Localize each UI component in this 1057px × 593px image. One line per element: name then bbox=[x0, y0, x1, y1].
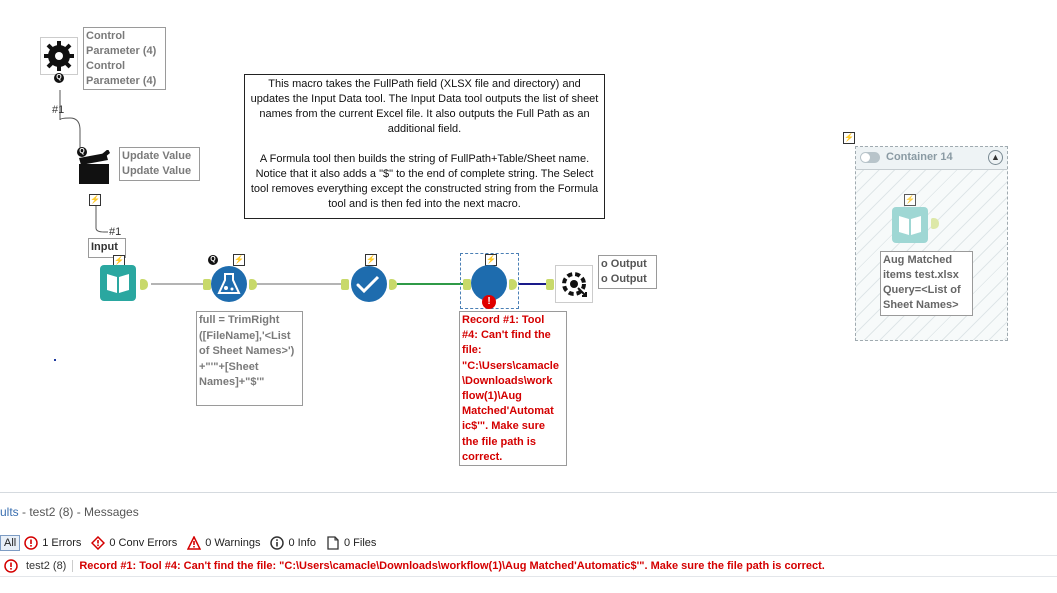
error-circle-icon bbox=[4, 559, 18, 573]
stray-mark bbox=[54, 359, 56, 361]
container-toggle[interactable] bbox=[860, 152, 880, 163]
book-icon bbox=[107, 274, 129, 293]
connection-update-to-input bbox=[95, 206, 108, 233]
formula-annotation: full = TrimRight ([FileName],'<List of S… bbox=[196, 311, 303, 406]
control-parameter-annotation: Control Parameter (4) Control Parameter … bbox=[83, 27, 166, 90]
filter-files-button[interactable]: 0 Files bbox=[326, 536, 376, 550]
message-row[interactable]: test2 (8) Record #1: Tool #4: Can't find… bbox=[0, 555, 1057, 577]
connection-control-to-update bbox=[59, 90, 81, 150]
output-anchor[interactable] bbox=[931, 218, 939, 229]
input-anchor[interactable] bbox=[203, 279, 211, 290]
connection-label: #1 bbox=[52, 104, 65, 116]
filter-info-button[interactable]: 0 Info bbox=[270, 536, 316, 550]
q-badge: Q bbox=[208, 255, 218, 265]
file-icon bbox=[326, 536, 340, 550]
input-data-tool[interactable] bbox=[100, 265, 136, 301]
output-annotation: o Output o Output bbox=[598, 255, 657, 289]
info-icon bbox=[270, 536, 285, 550]
gear-arrow-icon bbox=[562, 272, 587, 297]
container-tool-annotation: Aug Matched items test.xlsx Query=<List … bbox=[880, 251, 973, 316]
lightning-icon: ⚡ bbox=[233, 254, 245, 266]
filter-all-button[interactable]: All bbox=[0, 535, 21, 551]
results-filter-bar: All 1 Errors 0 Conv Errors 0 Warnings 0 … bbox=[0, 533, 386, 553]
lightning-icon: ⚡ bbox=[89, 194, 101, 206]
macro-output-tool[interactable] bbox=[555, 265, 593, 303]
q-badge: Q bbox=[77, 147, 87, 157]
error-annotation: Record #1: Tool #4: Can't find the file:… bbox=[459, 311, 567, 466]
collapse-icon[interactable]: ▲ bbox=[988, 150, 1003, 165]
formula-tool[interactable] bbox=[211, 266, 247, 302]
disabled-input-tool[interactable] bbox=[892, 207, 928, 243]
tool-container[interactable]: Container 14 ▲ ⚡ Aug Matched items test.… bbox=[855, 146, 1008, 341]
comment-box[interactable]: This macro takes the FullPath field (XLS… bbox=[244, 74, 605, 219]
lightning-icon: ⚡ bbox=[843, 132, 855, 144]
container-title: Container 14 bbox=[886, 151, 953, 163]
connection-label: #1 bbox=[109, 226, 122, 238]
select-tool[interactable] bbox=[351, 266, 387, 302]
error-icon: ! bbox=[482, 295, 496, 309]
flask-icon bbox=[217, 273, 241, 294]
warning-icon bbox=[187, 535, 202, 550]
control-parameter-tool[interactable] bbox=[40, 37, 78, 75]
message-text: Record #1: Tool #4: Can't find the file:… bbox=[79, 560, 825, 572]
conv-error-icon bbox=[91, 535, 106, 551]
results-title: ults - test2 (8) - Messages bbox=[0, 505, 139, 519]
input-anchor[interactable] bbox=[463, 279, 471, 290]
input-anchor[interactable] bbox=[546, 279, 554, 290]
filter-conv-errors-button[interactable]: 0 Conv Errors bbox=[91, 535, 177, 551]
gear-icon bbox=[44, 41, 74, 71]
error-circle-icon bbox=[24, 536, 38, 550]
book-icon bbox=[899, 216, 921, 235]
input-anchor[interactable] bbox=[341, 279, 349, 290]
lightning-icon: ⚡ bbox=[904, 194, 916, 206]
message-source: test2 (8) bbox=[22, 560, 74, 572]
update-value-annotation: Update Value Update Value bbox=[119, 147, 200, 181]
q-badge: Q bbox=[54, 73, 64, 83]
container-header: Container 14 ▲ bbox=[856, 147, 1007, 170]
workflow-canvas[interactable]: Q Control Parameter (4) Control Paramete… bbox=[0, 0, 1057, 492]
lightning-icon: ⚡ bbox=[365, 254, 377, 266]
filter-warnings-button[interactable]: 0 Warnings bbox=[187, 535, 260, 550]
results-panel: ults - test2 (8) - Messages All 1 Errors… bbox=[0, 492, 1057, 593]
filter-errors-button[interactable]: 1 Errors bbox=[24, 536, 81, 550]
checkmark-icon bbox=[356, 275, 380, 294]
